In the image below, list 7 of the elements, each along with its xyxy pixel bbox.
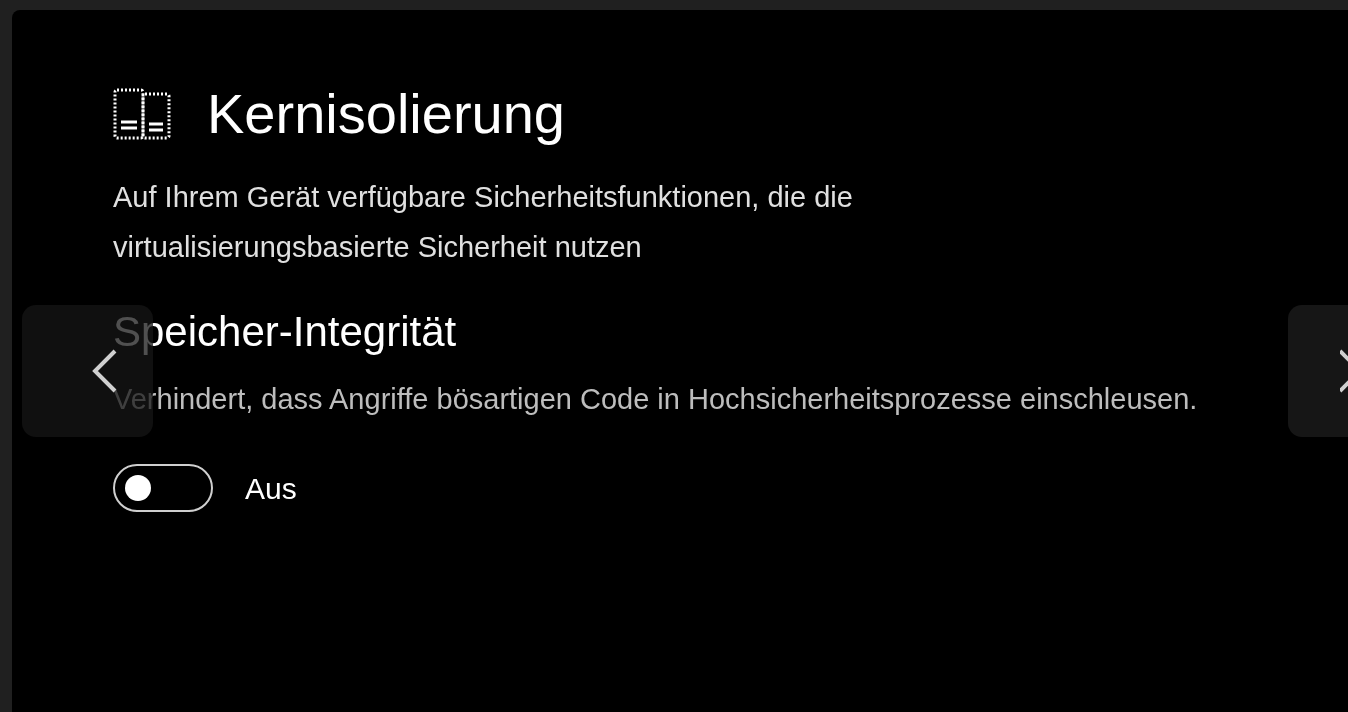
- page-title: Kernisolierung: [207, 81, 565, 147]
- section-title: Speicher-Integrität: [113, 307, 458, 357]
- toggle-label: Aus: [245, 470, 297, 507]
- chip-icon: [113, 86, 173, 142]
- toggle-switch[interactable]: [113, 464, 213, 512]
- chevron-right-icon: [1340, 349, 1348, 393]
- page-description: Auf Ihrem Gerät verfügbare Sicherheitsfunktionen, die die virtualisierungsbasierte Sicherheit nutzen: [113, 180, 854, 265]
